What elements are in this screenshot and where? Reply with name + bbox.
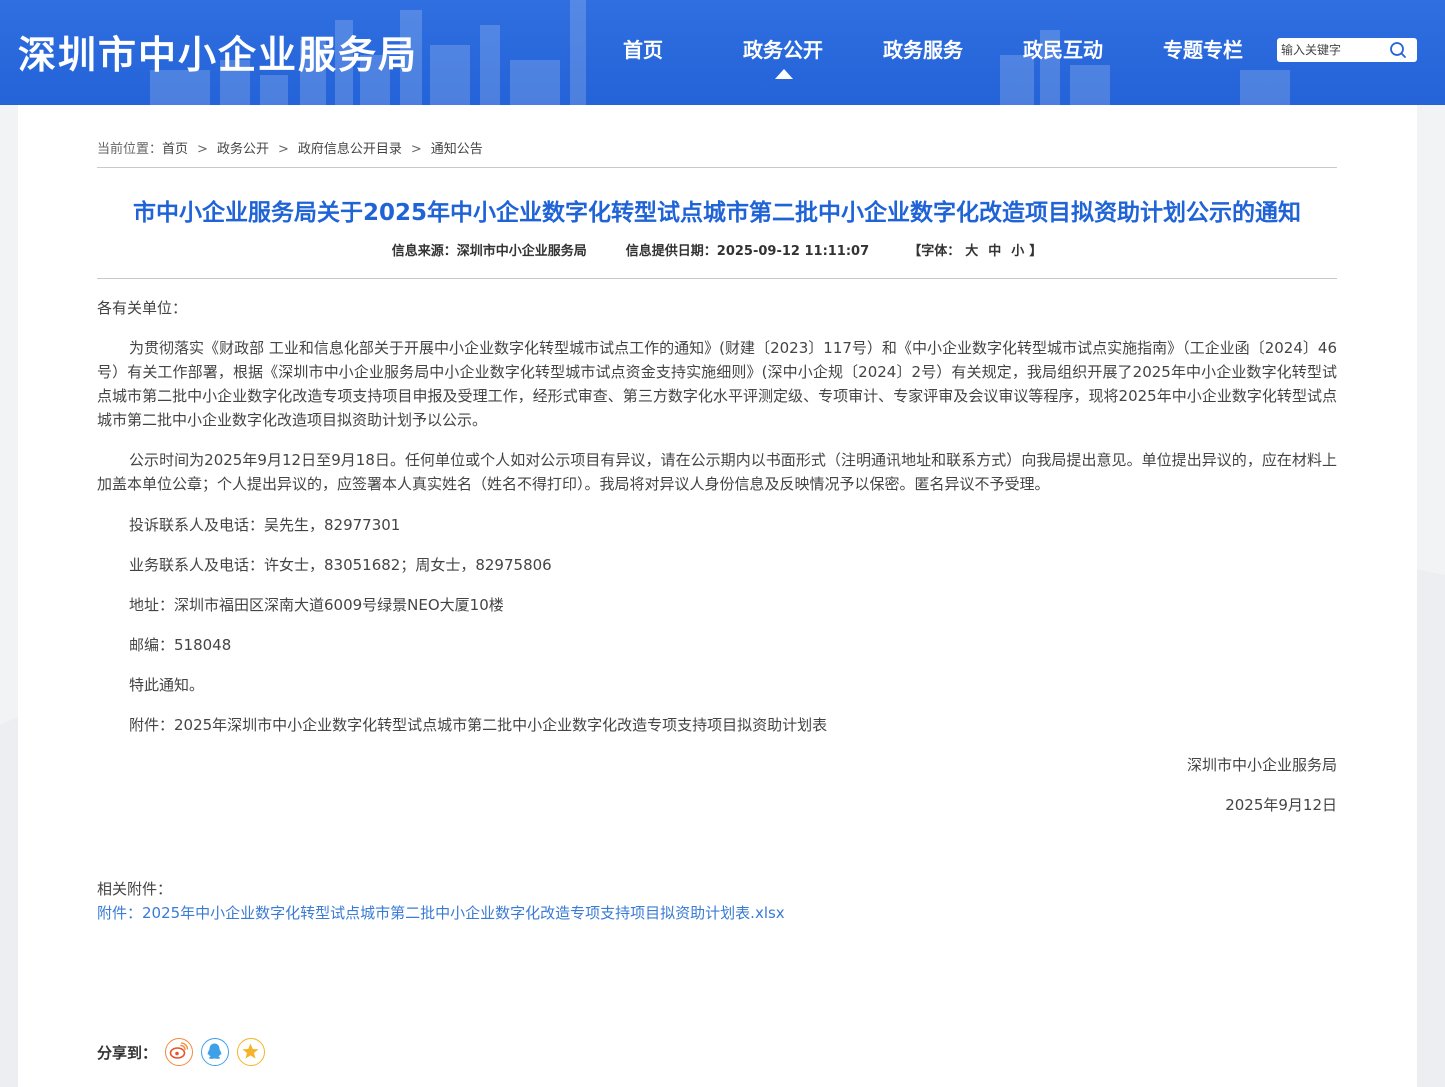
nav-item-gov-affairs[interactable]: 政务公开 xyxy=(743,34,823,63)
nav-item-home[interactable]: 首页 xyxy=(623,34,663,63)
closing-remark: 特此通知。 xyxy=(129,676,205,694)
sign-date: 2025年9月12日 xyxy=(1225,796,1337,814)
site-header: 深圳市中小企业服务局 首页 政务公开 政务服务 政民互动 专题专栏 xyxy=(0,0,1445,105)
weibo-icon[interactable] xyxy=(165,1038,193,1066)
font-size-label: 【字体： xyxy=(908,244,961,259)
breadcrumb-info-catalog[interactable]: 政府信息公开目录 xyxy=(298,142,402,157)
breadcrumb-separator: > xyxy=(410,142,422,157)
date-label: 信息提供日期： xyxy=(625,244,717,259)
font-size-large[interactable]: 大 xyxy=(965,244,978,259)
search-icon[interactable] xyxy=(1389,41,1407,59)
paragraph: 为贯彻落实《财政部 工业和信息化部关于开展中小企业数字化转型城市试点工作的通知》… xyxy=(97,339,1337,429)
qq-icon[interactable] xyxy=(201,1038,229,1066)
font-size-medium[interactable]: 中 xyxy=(988,244,1001,259)
qzone-icon[interactable] xyxy=(237,1038,265,1066)
source-value: 深圳市中小企业服务局 xyxy=(456,244,587,259)
postcode: 邮编：518048 xyxy=(129,636,232,654)
attachment-note: 附件：2025年深圳市中小企业数字化转型试点城市第二批中小企业数字化改造专项支持… xyxy=(129,716,828,734)
address: 地址：深圳市福田区深南大道6009号绿景NEO大厦10楼 xyxy=(129,596,504,614)
date-value: 2025-09-12 11:11:07 xyxy=(716,244,870,259)
divider xyxy=(97,278,1337,279)
font-size-small[interactable]: 小 xyxy=(1011,244,1024,259)
salutation: 各有关单位： xyxy=(97,299,188,317)
share-label: 分享到： xyxy=(97,1044,158,1062)
source-label: 信息来源： xyxy=(391,244,457,259)
nav-item-gov-services[interactable]: 政务服务 xyxy=(883,34,963,63)
breadcrumb-separator: > xyxy=(197,142,208,157)
attachment-link[interactable]: 附件：2025年中小企业数字化转型试点城市第二批中小企业数字化改造专项支持项目拟… xyxy=(97,902,785,923)
breadcrumb-prefix: 当前位置： xyxy=(97,142,163,157)
breadcrumb-notices[interactable]: 通知公告 xyxy=(431,142,483,157)
site-title[interactable]: 深圳市中小企业服务局 xyxy=(18,24,418,79)
complaint-contact: 投诉联系人及电话：吴先生，82977301 xyxy=(129,516,401,534)
nav-item-interaction[interactable]: 政民互动 xyxy=(1023,34,1103,63)
search-box xyxy=(1277,38,1417,62)
attachments-label: 相关附件： xyxy=(97,880,173,898)
search-input[interactable] xyxy=(1277,38,1387,62)
nav-active-indicator xyxy=(775,69,793,79)
signature: 深圳市中小企业服务局 xyxy=(1186,756,1337,774)
business-contact: 业务联系人及电话：许女士，83051682；周女士，82975806 xyxy=(129,556,552,574)
nav-item-special-topics[interactable]: 专题专栏 xyxy=(1163,34,1243,63)
paragraph: 公示时间为2025年9月12日至9月18日。任何单位或个人如对公示项目有异议，请… xyxy=(97,451,1337,493)
breadcrumb-gov-affairs[interactable]: 政务公开 xyxy=(217,142,269,157)
breadcrumb-separator: > xyxy=(277,142,289,157)
font-size-switcher: 【字体： 大中小】 xyxy=(908,244,1042,259)
breadcrumb-home[interactable]: 首页 xyxy=(162,142,188,157)
divider xyxy=(97,167,1337,168)
article-title: 市中小企业服务局关于2025年中小企业数字化转型试点城市第二批中小企业数字化改造… xyxy=(132,200,1301,226)
font-size-close: 】 xyxy=(1029,244,1043,259)
breadcrumb: 当前位置：首页 > 政务公开 > 政府信息公开目录 > 通知公告 xyxy=(97,138,483,157)
article-meta: 信息来源：深圳市中小企业服务局 信息提供日期：2025-09-12 11:11:… xyxy=(97,240,1337,259)
